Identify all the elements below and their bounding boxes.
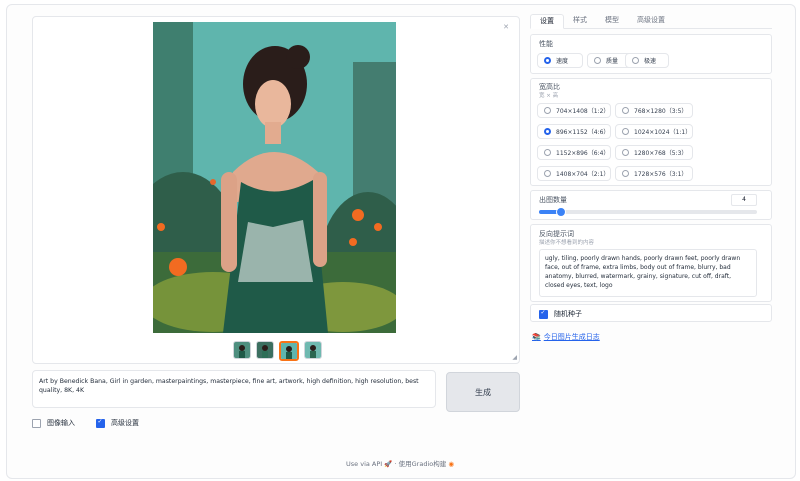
tab-advanced[interactable]: 高级设置 <box>628 14 674 27</box>
option-label: 768×1280（3:5） <box>634 108 688 115</box>
option-label: 1280×768（5:3） <box>634 150 688 157</box>
checkbox-unchecked-icon[interactable] <box>32 418 41 428</box>
girl-portrait-image <box>153 22 396 333</box>
radio-icon[interactable] <box>594 57 601 64</box>
aspect-option-768x1280[interactable]: 768×1280（3:5） <box>615 103 693 118</box>
option-label: 896×1152（4:6） <box>556 129 610 136</box>
performance-panel: 性能 速度 质量 极速 <box>530 34 772 74</box>
thumbnail-3[interactable] <box>279 341 299 361</box>
checkbox-checked-icon[interactable] <box>539 309 548 319</box>
image-count-input[interactable]: 4 <box>731 194 757 206</box>
negative-prompt-panel: 反向提示词 描述你不想看到的内容 ugly, tiling, poorly dr… <box>530 224 772 302</box>
slider-thumb[interactable] <box>556 207 567 217</box>
generated-image[interactable] <box>153 22 396 333</box>
tab-settings[interactable]: 设置 <box>530 14 564 29</box>
image-count-panel: 出图数量 4 <box>530 190 772 220</box>
radio-icon[interactable] <box>632 57 639 64</box>
option-label: 704×1408（1:2） <box>556 108 610 115</box>
resize-grip-icon[interactable]: ◢ <box>512 354 517 361</box>
footer-separator: · <box>394 460 397 468</box>
option-label: 1408×704（2:1） <box>556 171 610 178</box>
random-seed-label: 随机种子 <box>554 310 582 318</box>
random-seed-panel: 随机种子 <box>530 304 772 322</box>
performance-option-speed[interactable]: 速度 <box>537 53 583 68</box>
thumbnail-2[interactable] <box>256 341 274 359</box>
radio-icon[interactable] <box>622 107 629 114</box>
share-icon[interactable]: ✕ <box>503 23 509 31</box>
image-input-label: 图像输入 <box>47 419 75 427</box>
option-label: 1024×1024（1:1） <box>634 129 692 136</box>
option-label: 速度 <box>556 58 569 65</box>
aspect-option-704x1408[interactable]: 704×1408（1:2） <box>537 103 611 118</box>
radio-icon[interactable] <box>622 170 629 177</box>
thumbnail-1[interactable] <box>233 341 251 359</box>
generation-log-link[interactable]: 📚 今日图片生成日志 <box>532 332 600 342</box>
image-input-checkbox[interactable]: 图像输入 <box>32 418 75 428</box>
prompt-textarea[interactable]: Art by Benedick Bana, Girl in garden, ma… <box>32 370 436 408</box>
generation-log-label[interactable]: 今日图片生成日志 <box>544 332 600 342</box>
performance-option-extreme[interactable]: 极速 <box>625 53 669 68</box>
advanced-settings-label: 高级设置 <box>111 419 139 427</box>
image-count-slider[interactable] <box>539 207 757 217</box>
radio-icon[interactable] <box>544 170 551 177</box>
gradio-logo-icon: ◉ <box>448 460 454 468</box>
rocket-icon: 🚀 <box>384 460 393 468</box>
aspect-option-1280x768[interactable]: 1280×768（5:3） <box>615 145 693 160</box>
aspect-option-1152x896[interactable]: 1152×896（6:4） <box>537 145 611 160</box>
aspect-ratio-sublabel: 宽 × 高 <box>539 93 559 99</box>
built-with-gradio-link[interactable]: 使用Gradio构建 <box>399 460 447 468</box>
tab-style[interactable]: 样式 <box>564 14 596 27</box>
random-seed-checkbox[interactable]: 随机种子 <box>539 309 582 319</box>
advanced-settings-checkbox[interactable]: 高级设置 <box>96 418 139 428</box>
radio-icon[interactable] <box>622 149 629 156</box>
option-label: 极速 <box>644 58 657 65</box>
thumbnail-4[interactable] <box>304 341 322 359</box>
footer: Use via API 🚀 · 使用Gradio构建 ◉ <box>0 458 800 468</box>
option-label: 质量 <box>606 58 619 65</box>
image-count-label: 出图数量 <box>539 196 567 204</box>
log-icon: 📚 <box>532 333 541 341</box>
radio-selected-icon[interactable] <box>544 128 551 135</box>
negative-prompt-textarea[interactable]: ugly, tiling, poorly drawn hands, poorly… <box>539 249 757 297</box>
settings-tabs: 设置 样式 模型 高级设置 <box>530 14 772 29</box>
radio-selected-icon[interactable] <box>544 57 551 64</box>
aspect-option-896x1152[interactable]: 896×1152（4:6） <box>537 124 611 139</box>
aspect-option-1408x704[interactable]: 1408×704（2:1） <box>537 166 611 181</box>
generate-button[interactable]: 生成 <box>446 372 520 412</box>
aspect-option-1024x1024[interactable]: 1024×1024（1:1） <box>615 124 693 139</box>
performance-label: 性能 <box>539 40 553 48</box>
image-gallery: ✕ ◢ <box>32 16 520 364</box>
option-label: 1728×576（3:1） <box>634 171 688 178</box>
negative-prompt-sublabel: 描述你不想看到的内容 <box>539 240 595 246</box>
aspect-ratio-panel: 宽高比 宽 × 高 704×1408（1:2） 768×1280（3:5） 89… <box>530 78 772 186</box>
use-via-api-link[interactable]: Use via API <box>346 460 382 468</box>
radio-icon[interactable] <box>544 107 551 114</box>
aspect-option-1728x576[interactable]: 1728×576（3:1） <box>615 166 693 181</box>
option-label: 1152×896（6:4） <box>556 150 610 157</box>
checkbox-checked-icon[interactable] <box>96 418 105 428</box>
radio-icon[interactable] <box>544 149 551 156</box>
radio-icon[interactable] <box>622 128 629 135</box>
thumbnail-strip <box>233 341 322 361</box>
tab-model[interactable]: 模型 <box>596 14 628 27</box>
